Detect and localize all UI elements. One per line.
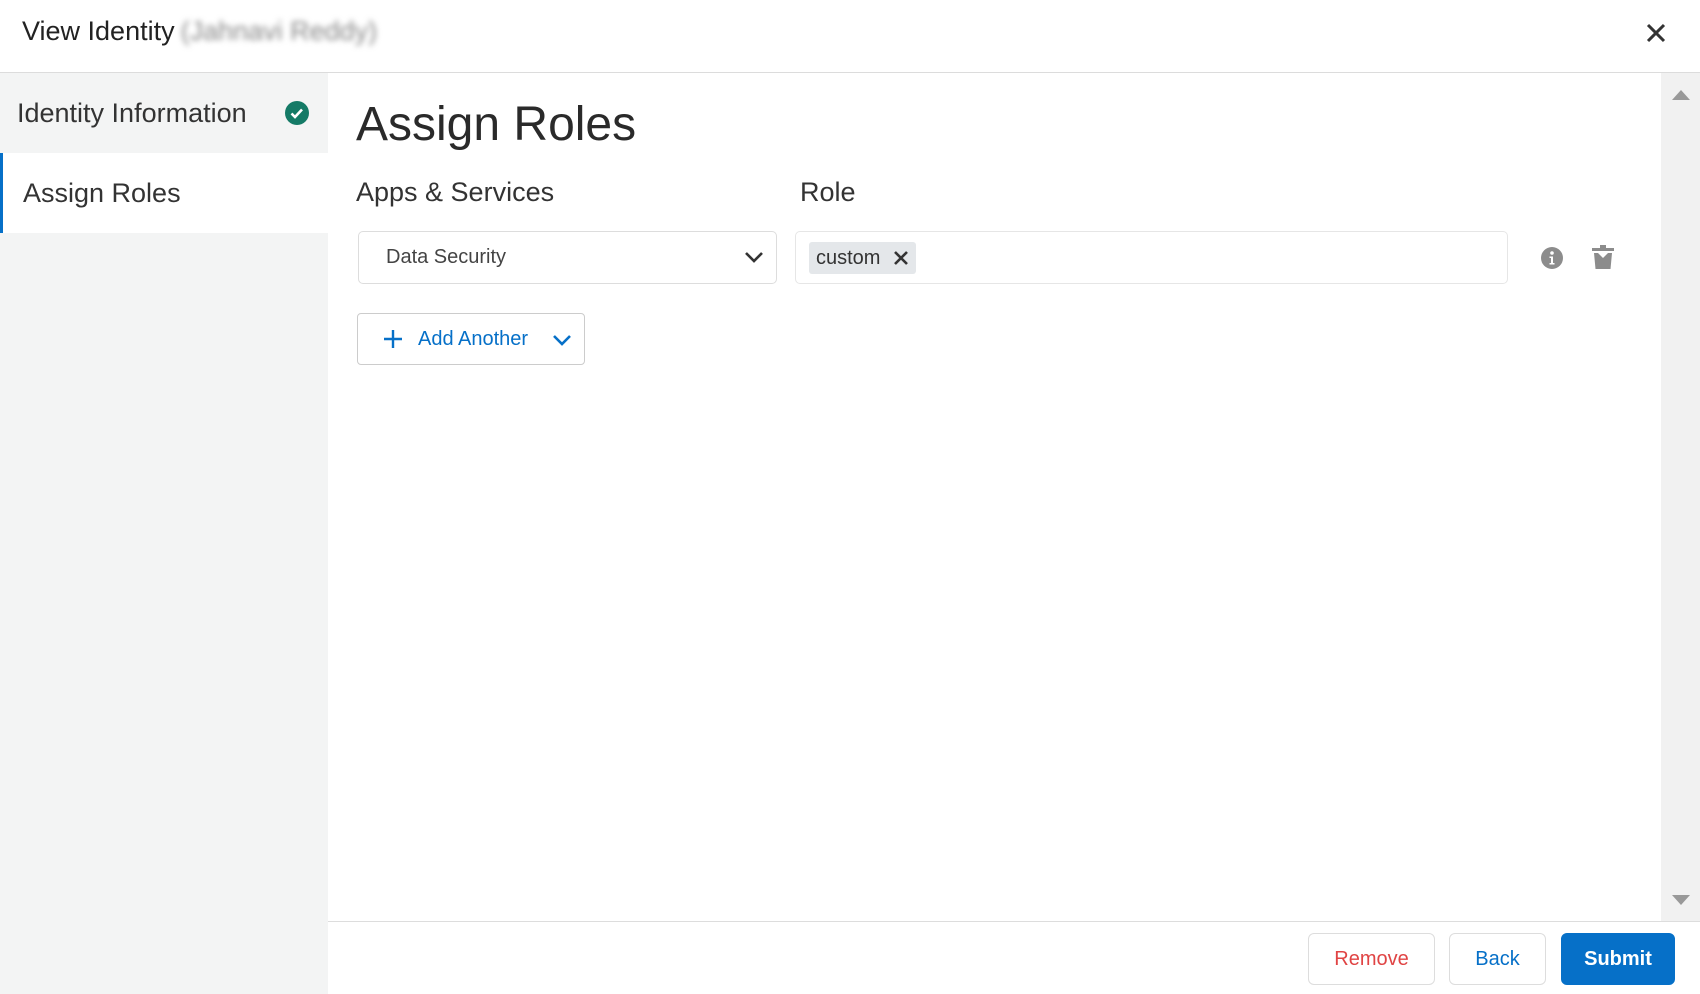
close-icon[interactable] — [1640, 17, 1672, 49]
remove-button[interactable]: Remove — [1308, 933, 1435, 985]
scrollbar[interactable] — [1661, 73, 1700, 921]
main-content: Assign Roles Apps & Services Role Data S… — [328, 73, 1661, 921]
add-another-button[interactable]: Add Another — [357, 313, 585, 365]
sidebar-item-identity-information[interactable]: Identity Information — [0, 73, 328, 153]
page-title: Assign Roles — [356, 98, 637, 151]
check-circle-icon — [285, 101, 309, 125]
scroll-down-icon[interactable] — [1672, 895, 1690, 905]
dialog-footer: Remove Back Submit — [328, 921, 1700, 994]
chevron-down-icon — [745, 252, 763, 263]
app-select[interactable]: Data Security — [358, 231, 777, 284]
role-label: Role — [800, 177, 856, 207]
dialog-header: View Identity (Jahnavi Reddy) — [0, 0, 1700, 73]
info-icon[interactable] — [1540, 246, 1564, 270]
role-chip: custom — [809, 242, 917, 274]
remove-chip-icon[interactable] — [892, 249, 910, 267]
redacted-name: (Jahnavi Reddy) — [180, 16, 378, 46]
back-button[interactable]: Back — [1449, 933, 1546, 985]
plus-icon — [384, 330, 402, 348]
scroll-up-icon[interactable] — [1672, 90, 1690, 100]
sidebar: Identity Information Assign Roles — [0, 73, 328, 994]
trash-icon[interactable] — [1592, 245, 1614, 269]
dialog-title: View Identity (Jahnavi Reddy) — [22, 16, 378, 46]
chevron-down-icon[interactable] — [552, 332, 572, 348]
apps-services-label: Apps & Services — [356, 177, 555, 207]
role-input[interactable]: custom — [795, 231, 1508, 284]
submit-button[interactable]: Submit — [1561, 933, 1675, 985]
sidebar-item-assign-roles[interactable]: Assign Roles — [0, 153, 328, 233]
